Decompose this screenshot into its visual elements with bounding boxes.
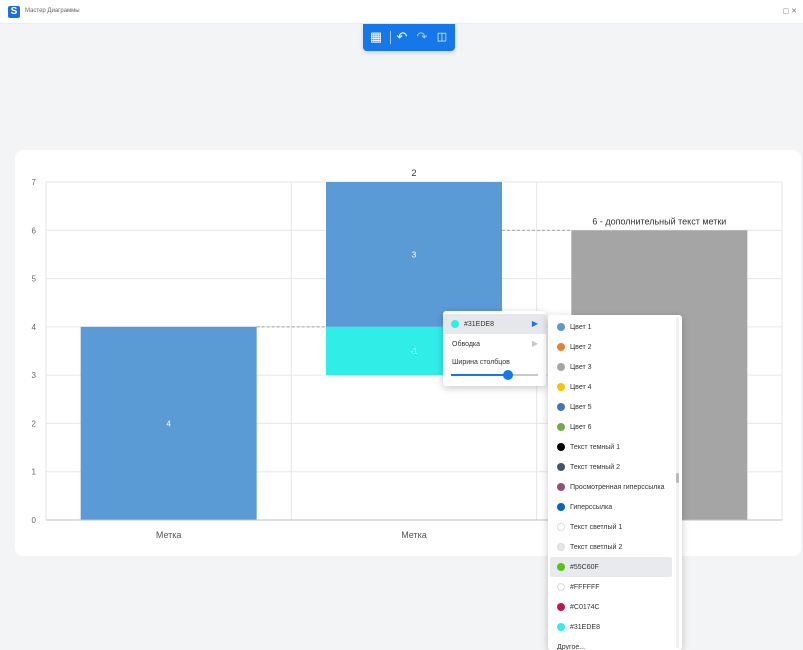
color-option[interactable]: Текст светлый 2 — [550, 537, 672, 557]
color-option-label: Гиперссылка — [570, 504, 613, 511]
color-swatch — [557, 483, 565, 491]
fill-color-label: #31EDE8 — [464, 321, 494, 328]
color-option[interactable]: Цвет 1 — [550, 317, 672, 337]
color-option[interactable]: #31EDE8 — [550, 617, 672, 637]
color-option-label: Цвет 1 — [570, 324, 592, 331]
y-tick-label: 6 — [32, 226, 37, 235]
color-swatch — [557, 463, 565, 471]
color-swatch — [557, 363, 565, 371]
color-option-label: Цвет 6 — [570, 424, 592, 431]
app-logo: S — [8, 6, 20, 18]
color-option[interactable]: Текст темный 1 — [550, 437, 672, 457]
column-width-slider[interactable] — [451, 370, 538, 380]
undo-icon[interactable]: ↶ — [395, 30, 409, 44]
toolbar: ▦ ↶ ↷ ◫ — [363, 24, 455, 51]
color-option[interactable]: #FFFFFF — [550, 577, 672, 597]
color-option[interactable]: #55C60F — [550, 557, 672, 577]
y-tick-label: 1 — [32, 468, 37, 477]
color-swatch — [557, 603, 565, 611]
color-swatch — [557, 543, 565, 551]
y-tick-label: 4 — [32, 323, 37, 332]
redo-icon[interactable]: ↷ — [415, 30, 429, 44]
color-option-label: Текст темный 1 — [570, 444, 621, 451]
restore-icon[interactable]: ▢ ✕ — [783, 7, 797, 15]
color-option-label: #C0174C — [570, 604, 600, 611]
color-swatch — [557, 503, 565, 511]
window-title: Мастер Диаграммы — [25, 8, 80, 14]
y-tick-label: 2 — [32, 419, 37, 428]
slider-thumb[interactable] — [502, 370, 513, 380]
color-option-label: Цвет 5 — [570, 404, 592, 411]
waterfall-chart[interactable]: 0 1 2 3 4 5 6 7 4 3 -1 2 6 - дополнительный текст ме… — [15, 150, 801, 556]
y-tick-label: 7 — [32, 178, 37, 187]
y-tick-label: 5 — [32, 275, 37, 284]
submenu-arrow-icon: ▶ — [531, 319, 538, 328]
color-option-label: #FFFFFF — [570, 584, 600, 591]
color-option[interactable]: Цвет 3 — [550, 357, 672, 377]
color-swatch — [557, 523, 565, 531]
column-width-row: Ширина столбцов — [443, 355, 546, 369]
toolbar-separator — [390, 31, 391, 44]
save-icon[interactable]: ◫ — [435, 30, 449, 44]
slider-fill — [451, 374, 508, 376]
color-option-label: Текст темный 2 — [570, 464, 621, 471]
color-submenu: Цвет 1 Цвет 2 Цвет 3 Цвет 4 Цвет 5 Цвет 6 Текс… — [548, 315, 682, 650]
y-tick-label: 3 — [32, 371, 37, 380]
total-label: 2 — [411, 168, 416, 178]
color-swatch — [557, 403, 565, 411]
color-option[interactable]: Цвет 6 — [550, 417, 672, 437]
color-option[interactable]: Текст темный 2 — [550, 457, 672, 477]
outline-label: Обводка — [452, 341, 481, 348]
bar-data-label: 3 — [412, 250, 417, 259]
scrollbar-thumb[interactable] — [676, 473, 679, 483]
color-option[interactable]: #C0174C — [550, 597, 672, 617]
chart-icon[interactable]: ▦ — [369, 30, 383, 44]
color-option-label: Текст светлый 1 — [570, 524, 623, 531]
color-option-label: Цвет 3 — [570, 364, 592, 371]
color-option[interactable]: Другое... — [550, 637, 672, 650]
bar-data-label: 4 — [166, 419, 171, 428]
color-option-label: Цвет 2 — [570, 344, 592, 351]
menu-item-fill-color[interactable]: #31EDE8 ▶ — [443, 314, 546, 334]
color-swatch — [557, 383, 565, 391]
color-swatch — [557, 323, 565, 331]
x-category-label: Метка — [156, 530, 182, 540]
color-option[interactable]: Цвет 5 — [550, 397, 672, 417]
title-bar: S Мастер Диаграммы ▢ ✕ — [0, 0, 803, 24]
color-swatch — [557, 563, 565, 571]
color-swatch — [557, 443, 565, 451]
chart-card: 0 1 2 3 4 5 6 7 4 3 -1 2 6 - дополнительный текст ме… — [15, 150, 801, 556]
fill-color-swatch — [451, 320, 459, 328]
color-option[interactable]: Просмотренная гиперссылка — [550, 477, 672, 497]
bar-data-label: -1 — [410, 347, 418, 356]
color-option[interactable]: Текст светлый 1 — [550, 517, 672, 537]
color-option-label: Другое... — [557, 644, 586, 650]
submenu-arrow-icon: ▶ — [531, 339, 538, 348]
color-swatch — [557, 623, 565, 631]
context-menu: #31EDE8 ▶ Обводка ▶ Ширина столбцов — [443, 311, 546, 386]
color-option-label: #55C60F — [570, 564, 599, 571]
color-option-label: Текст светлый 2 — [570, 544, 623, 551]
menu-item-outline[interactable]: Обводка ▶ — [443, 334, 546, 354]
color-option-label: Цвет 4 — [570, 384, 592, 391]
color-swatch — [557, 343, 565, 351]
color-swatch — [557, 423, 565, 431]
color-option-label: #31EDE8 — [570, 624, 600, 631]
color-option[interactable]: Цвет 4 — [550, 377, 672, 397]
color-option[interactable]: Гиперссылка — [550, 497, 672, 517]
y-tick-label: 0 — [32, 516, 37, 525]
color-option[interactable]: Цвет 2 — [550, 337, 672, 357]
total-label: 6 - дополнительный текст метки — [592, 216, 726, 226]
x-category-label: Метка — [401, 530, 427, 540]
color-swatch — [557, 583, 565, 591]
color-option-label: Просмотренная гиперссылка — [570, 484, 665, 491]
column-width-label: Ширина столбцов — [452, 359, 510, 366]
